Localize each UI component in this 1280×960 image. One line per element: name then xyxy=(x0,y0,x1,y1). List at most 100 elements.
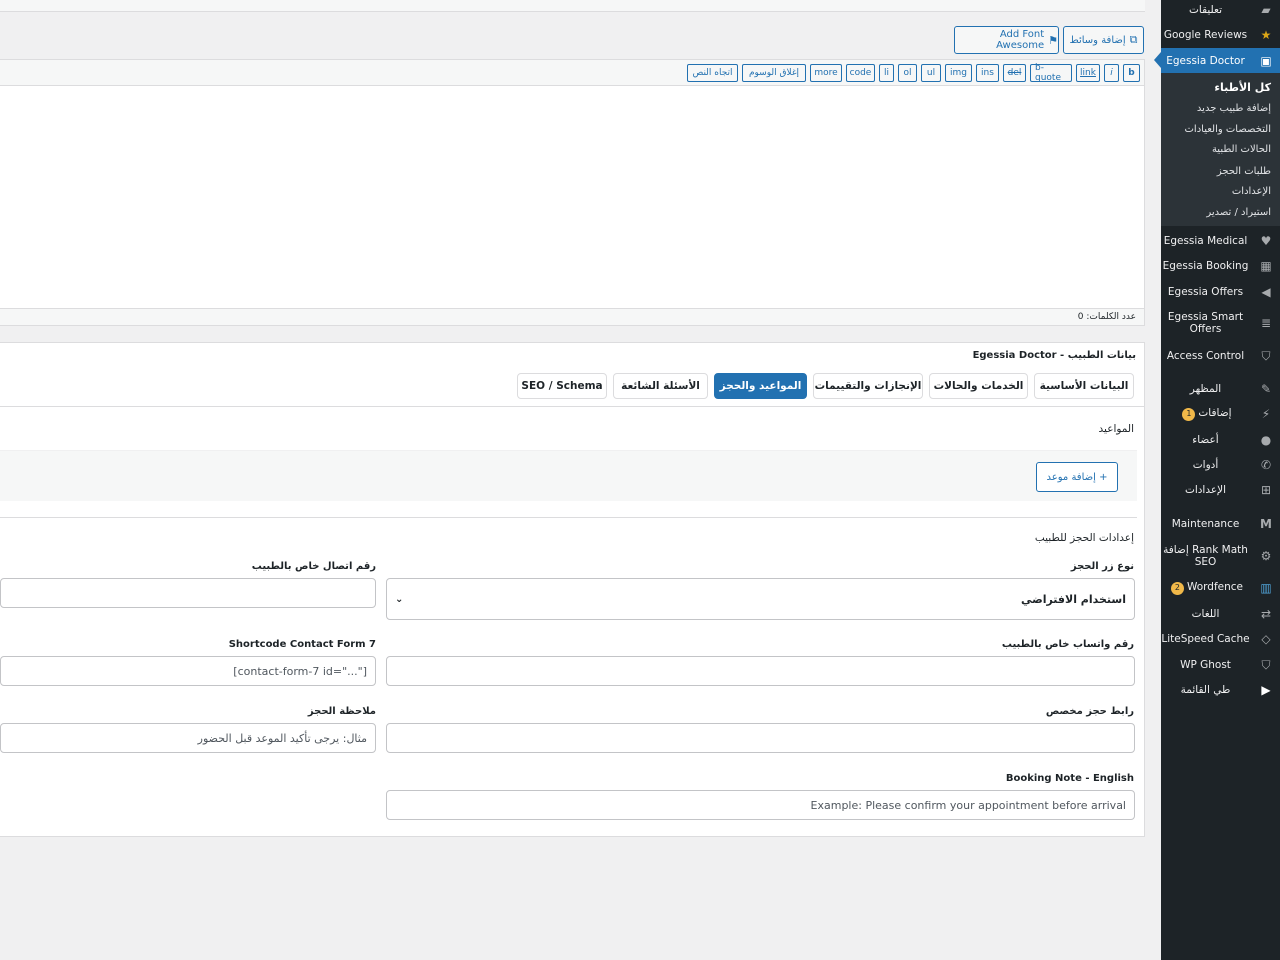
tab-achievements[interactable]: الإنجازات والتقييمات xyxy=(813,373,923,399)
sidebar-item-egessia-medical[interactable]: ♥ Egessia Medical xyxy=(1161,233,1280,249)
sidebar-item-users[interactable]: ● أعضاء xyxy=(1161,432,1280,448)
sidebar-item-wordfence[interactable]: ▥ Wordfence2 xyxy=(1161,580,1280,596)
heart-icon: ♥ xyxy=(1260,234,1272,248)
qt-more-button[interactable]: more xyxy=(810,64,842,82)
metabox-title: بيانات الطبيب - Egessia Doctor xyxy=(972,350,1136,361)
collapse-icon: ▶ xyxy=(1261,683,1271,697)
quicktags-toolbar: b i link b-quote del ins img ul ol li co… xyxy=(0,59,1145,86)
doctor-metabox: بيانات الطبيب - Egessia Doctor البيانات … xyxy=(0,342,1145,837)
wordfence-icon: ▥ xyxy=(1260,581,1272,595)
phone-input[interactable] xyxy=(0,578,376,608)
add-font-awesome-label: Add Font Awesome xyxy=(996,29,1045,51)
gear-icon: ⚙ xyxy=(1260,549,1272,563)
doctor-icon: ▣ xyxy=(1260,53,1272,68)
section-divider xyxy=(0,517,1137,518)
custom-link-label: رابط حجز مخصص xyxy=(1045,706,1134,717)
qt-ins-button[interactable]: ins xyxy=(976,64,999,82)
sidebar-item-tools[interactable]: ✆ أدوات xyxy=(1161,457,1280,473)
user-icon: ● xyxy=(1260,433,1272,447)
qt-ul-button[interactable]: ul xyxy=(921,64,941,82)
flag-icon: ⚑ xyxy=(1048,33,1058,47)
sidebar-item-appearance[interactable]: ✎ المظهر xyxy=(1161,381,1280,397)
wrench-icon: ✆ xyxy=(1260,458,1272,472)
submenu-all-doctors[interactable]: كل الأطباء xyxy=(1214,81,1271,94)
submenu-add-doctor[interactable]: إضافة طبيب جديد xyxy=(1197,103,1271,114)
qt-text-direction-button[interactable]: اتجاه النص xyxy=(687,64,738,82)
editor-top-strip xyxy=(0,0,1145,12)
media-icon: ⧉ xyxy=(1129,33,1138,46)
qt-ol-button[interactable]: ol xyxy=(898,64,917,82)
editor-status-bar: عدد الكلمات: 0 xyxy=(0,308,1145,326)
qt-close-tags-button[interactable]: إغلاق الوسوم xyxy=(742,64,806,82)
qt-img-button[interactable]: img xyxy=(945,64,972,82)
schedule-box: + إضافة موعد xyxy=(0,450,1137,501)
booking-type-label: نوع زر الحجز xyxy=(1070,561,1134,572)
sidebar-item-rank-math[interactable]: ⚙ Rank Math إضافة SEO xyxy=(1161,543,1280,569)
sidebar-item-comments[interactable]: ▰ تعليقات xyxy=(1161,2,1280,18)
stack-icon: ≣ xyxy=(1260,316,1272,330)
calendar-icon: ▦ xyxy=(1260,259,1272,273)
chevron-down-icon: ⌄ xyxy=(395,593,404,605)
maintenance-icon: M xyxy=(1260,517,1272,531)
tab-services[interactable]: الخدمات والحالات xyxy=(929,373,1028,399)
submenu-booking-requests[interactable]: طلبات الحجز xyxy=(1217,166,1271,177)
sidebar-item-access-control[interactable]: ⛉ Access Control xyxy=(1161,348,1280,364)
sidebar-item-egessia-booking[interactable]: ▦ Egessia Booking xyxy=(1161,258,1280,274)
qt-bold-button[interactable]: b xyxy=(1123,64,1140,82)
sidebar-item-egessia-offers[interactable]: ◀ Egessia Offers xyxy=(1161,284,1280,300)
wordfence-label: Wordfence xyxy=(1186,581,1244,594)
shield-icon: ⛉ xyxy=(1261,348,1271,363)
booking-note-placeholder: مثال: يرجى تأكيد الموعد قبل الحضور xyxy=(197,731,367,745)
shortcode-placeholder: [contact-form-7 id="..."] xyxy=(233,664,367,678)
submenu-import-export[interactable]: استيراد / تصدير xyxy=(1206,207,1271,218)
star-icon: ★ xyxy=(1260,28,1272,42)
plugins-update-badge: 1 xyxy=(1182,407,1196,421)
current-menu-arrow xyxy=(1154,52,1161,68)
diamond-icon: ◇ xyxy=(1261,632,1271,646)
qt-bquote-button[interactable]: b-quote xyxy=(1030,63,1072,83)
booking-note-en-input[interactable]: Example: Please confirm your appointment… xyxy=(386,790,1135,820)
sidebar-item-google-reviews[interactable]: ★ Google Reviews xyxy=(1161,27,1280,43)
whatsapp-input[interactable] xyxy=(386,656,1135,686)
qt-li-button[interactable]: li xyxy=(879,64,894,82)
tab-appointments[interactable]: المواعيد والحجز xyxy=(714,373,807,399)
sidebar-collapse-menu[interactable]: ▶ طي القائمة xyxy=(1161,682,1280,698)
sidebar-item-maintenance[interactable]: M Maintenance xyxy=(1161,516,1280,532)
whatsapp-label: رقم واتساب خاص بالطبيب xyxy=(1001,639,1134,650)
phone-label: رقم اتصال خاص بالطبيب xyxy=(251,561,376,572)
sidebar-item-egessia-doctor[interactable]: ▣ Egessia Doctor xyxy=(1161,48,1280,73)
tab-faq[interactable]: الأسئلة الشائعة xyxy=(613,373,708,399)
add-font-awesome-button[interactable]: ⚑ Add Font Awesome xyxy=(954,26,1059,54)
qt-link-button[interactable]: link xyxy=(1076,64,1100,82)
tabs-divider xyxy=(0,406,1145,407)
sidebar-item-egessia-smart-offers[interactable]: ≣ Egessia Smart Offers xyxy=(1161,310,1280,336)
shortcode-input[interactable]: [contact-form-7 id="..."] xyxy=(0,656,376,686)
booking-type-select[interactable]: استخدام الافتراضي ⌄ xyxy=(386,578,1135,620)
qt-code-button[interactable]: code xyxy=(846,64,875,82)
submenu-medical-cases[interactable]: الحالات الطبية xyxy=(1212,144,1271,155)
custom-link-input[interactable] xyxy=(386,723,1135,753)
add-slot-button[interactable]: + إضافة موعد xyxy=(1036,462,1118,492)
booking-type-value: استخدام الافتراضي xyxy=(1020,592,1126,606)
booking-note-en-label: Booking Note - English xyxy=(1005,773,1134,784)
sidebar-item-languages[interactable]: ⇄ اللغات xyxy=(1161,606,1280,622)
booking-note-input[interactable]: مثال: يرجى تأكيد الموعد قبل الحضور xyxy=(0,723,376,753)
tab-basic-info[interactable]: البيانات الأساسية xyxy=(1034,373,1134,399)
sidebar-item-wp-ghost[interactable]: ⛉ WP Ghost xyxy=(1161,657,1280,673)
add-media-button[interactable]: ⧉ إضافة وسائط xyxy=(1063,26,1144,54)
plugin-icon: ⚡ xyxy=(1261,407,1271,421)
tab-seo-schema[interactable]: SEO / Schema xyxy=(517,373,607,399)
shortcode-label: Shortcode Contact Form 7 xyxy=(228,639,376,650)
plugins-label: إضافات xyxy=(1198,407,1232,420)
wordfence-alert-badge: 2 xyxy=(1170,581,1184,595)
sidebar-item-plugins[interactable]: ⚡ إضافات1 xyxy=(1161,406,1280,422)
submenu-specialties[interactable]: التخصصات والعيادات xyxy=(1185,124,1271,135)
submenu-settings[interactable]: الإعدادات xyxy=(1232,186,1271,197)
sidebar-item-settings[interactable]: ⊞ الإعدادات xyxy=(1161,482,1280,498)
qt-del-button[interactable]: del xyxy=(1003,64,1026,82)
editor-textarea[interactable] xyxy=(0,86,1145,308)
qt-italic-button[interactable]: i xyxy=(1104,64,1119,82)
sidebar-item-litespeed-cache[interactable]: ◇ LiteSpeed Cache xyxy=(1161,631,1280,647)
booking-settings-heading: إعدادات الحجز للطبيب xyxy=(1034,532,1134,544)
megaphone-icon: ◀ xyxy=(1261,285,1271,299)
